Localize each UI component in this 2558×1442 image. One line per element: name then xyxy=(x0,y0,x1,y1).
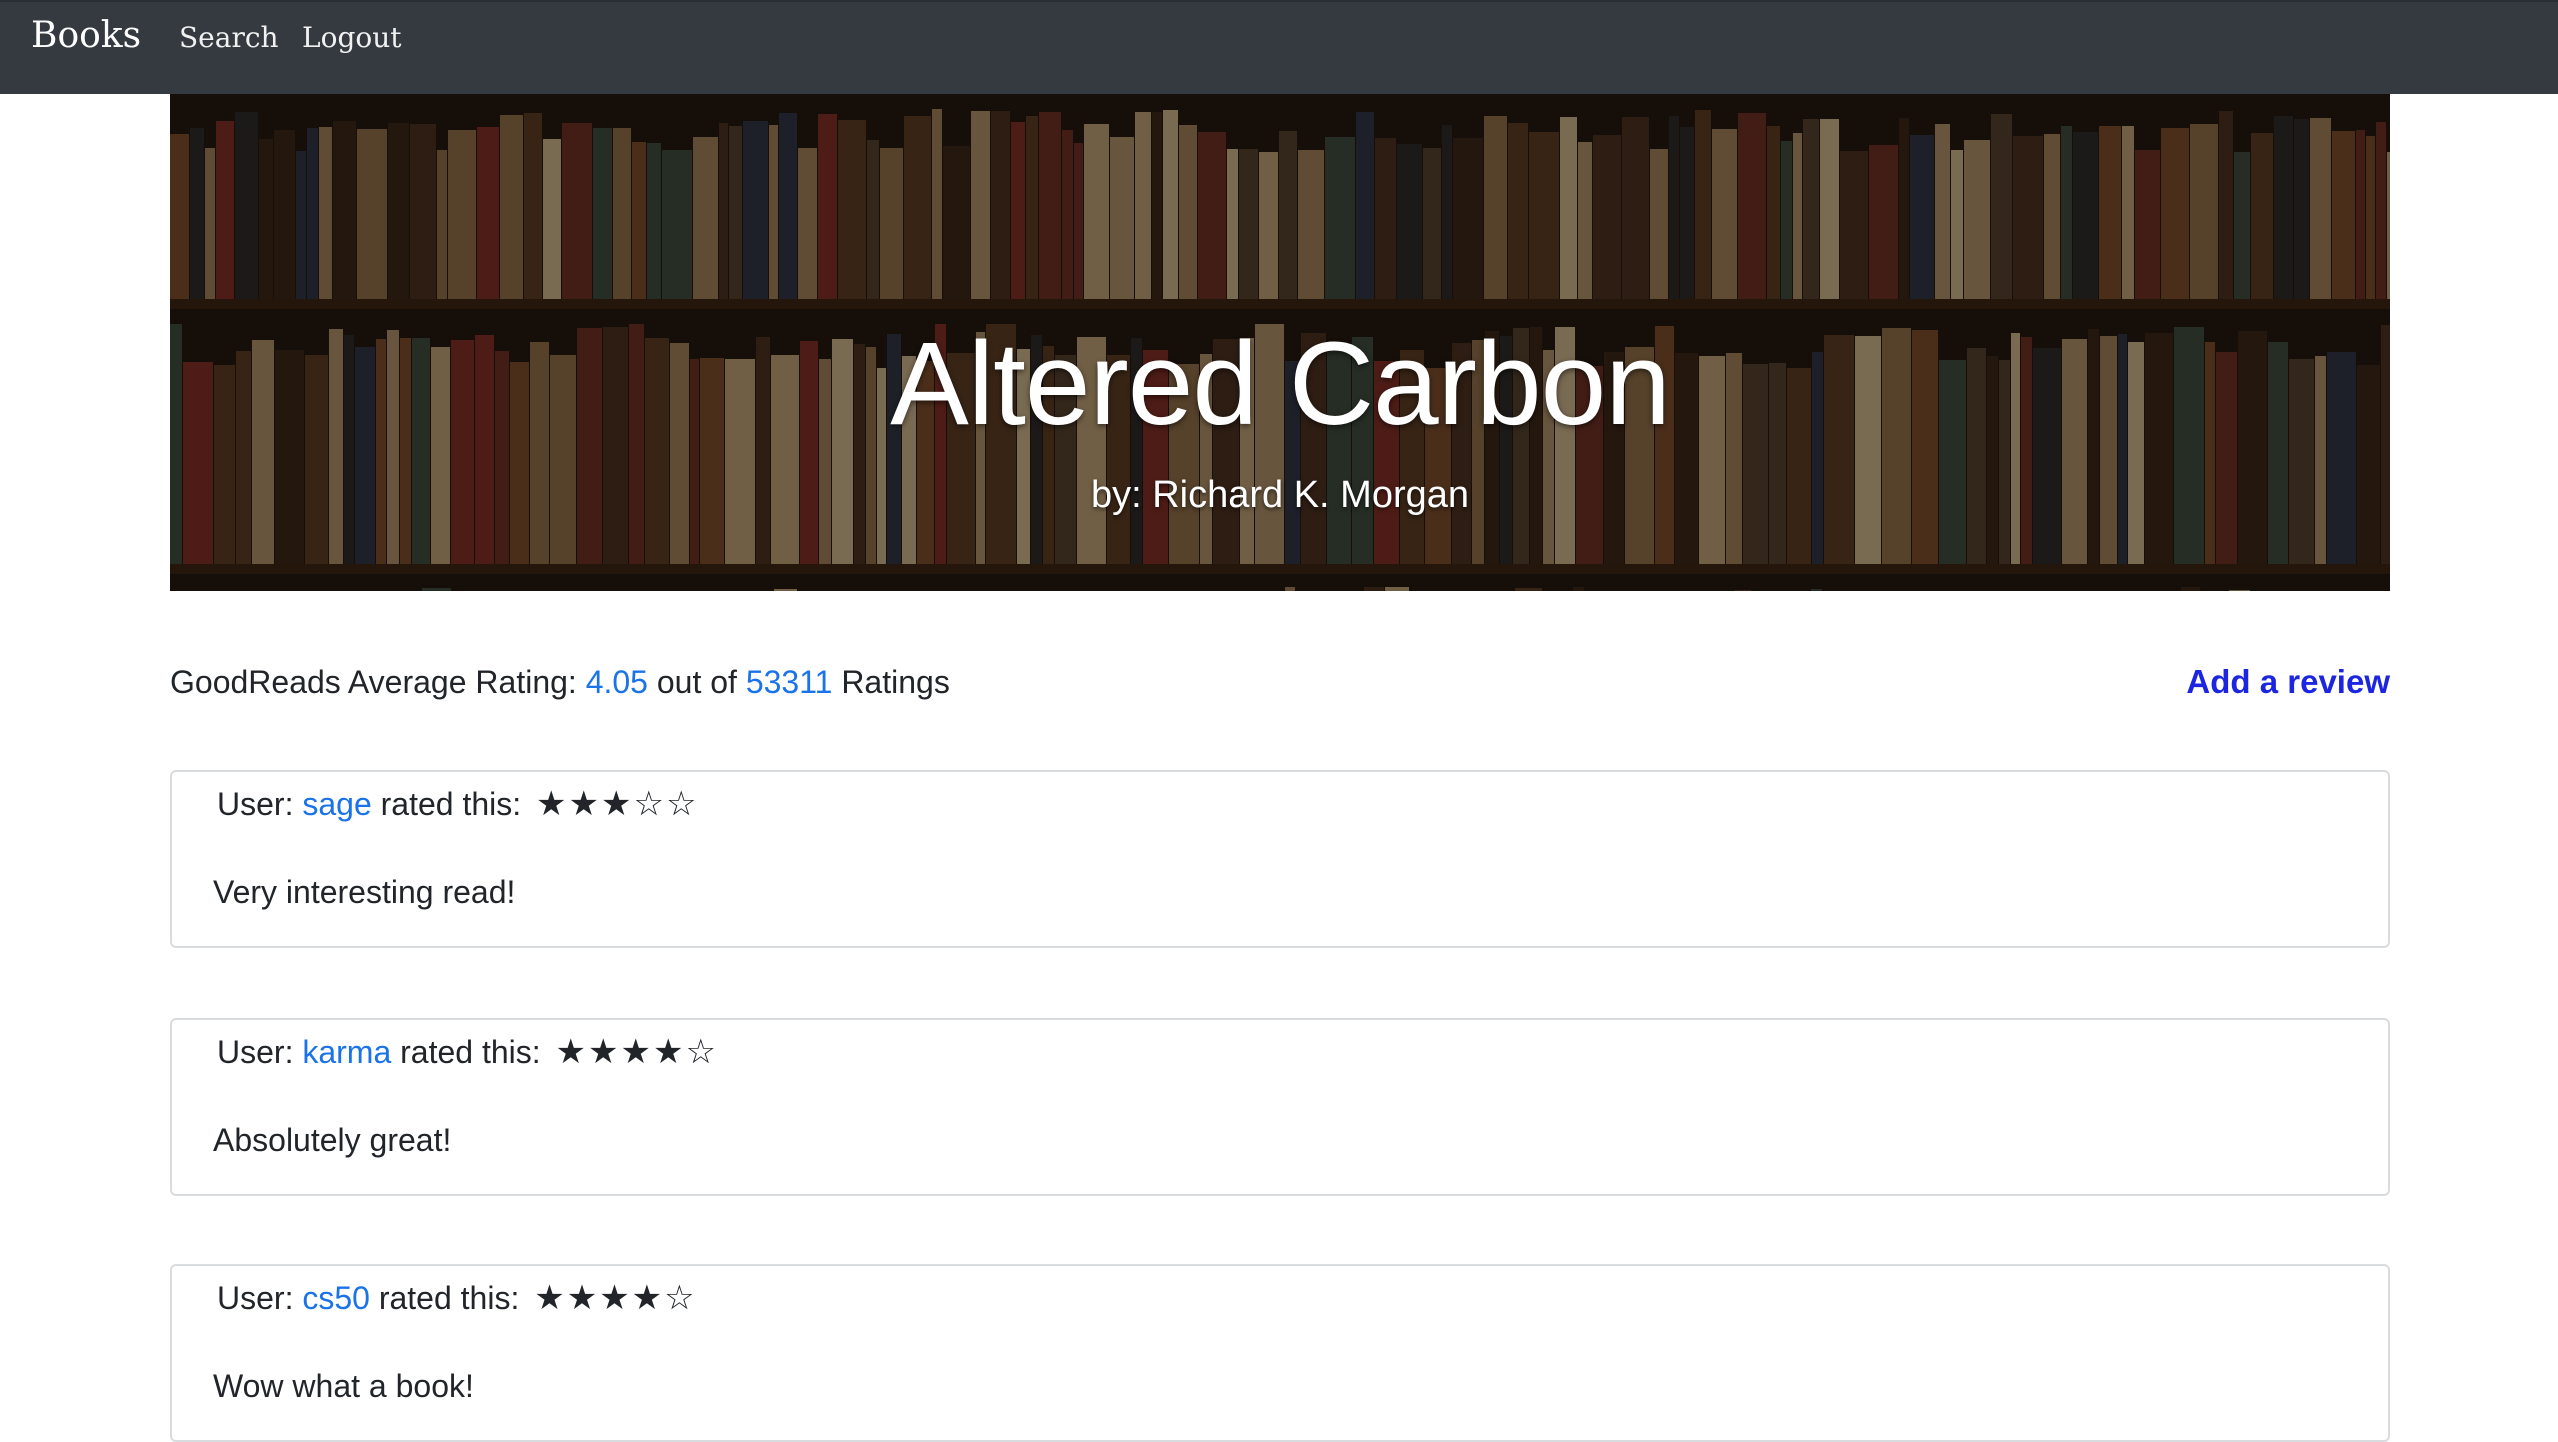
star-rating: ★★★★☆ xyxy=(555,1032,718,1072)
review-card: User: sage rated this: ★★★☆☆ Very intere… xyxy=(170,770,2390,948)
review-header: User: sage rated this: ★★★☆☆ xyxy=(217,782,698,826)
top-navbar: Books Search Logout xyxy=(0,0,2558,94)
star-rating: ★★★★☆ xyxy=(534,1278,697,1318)
brand-link[interactable]: Books xyxy=(31,14,141,58)
nav-search-link[interactable]: Search xyxy=(179,20,279,56)
book-title: Altered Carbon xyxy=(890,318,1671,450)
nav-logout-link[interactable]: Logout xyxy=(302,20,402,56)
rated-label: rated this: xyxy=(378,1280,520,1316)
ratings-label: Ratings xyxy=(841,664,950,700)
review-header: User: karma rated this: ★★★★☆ xyxy=(217,1030,718,1074)
goodreads-label: GoodReads Average Rating: xyxy=(170,664,577,700)
review-text: Wow what a book! xyxy=(213,1368,474,1404)
user-label: User: xyxy=(217,786,294,822)
review-text: Absolutely great! xyxy=(213,1122,452,1158)
review-username-link[interactable]: cs50 xyxy=(302,1280,370,1316)
review-username-link[interactable]: sage xyxy=(302,786,371,822)
average-rating-value: 4.05 xyxy=(585,664,648,700)
rated-label: rated this: xyxy=(380,786,522,822)
book-author: by: Richard K. Morgan xyxy=(1090,474,1470,516)
add-review-link[interactable]: Add a review xyxy=(2186,660,2390,704)
goodreads-rating-row: GoodReads Average Rating: 4.05 out of 53… xyxy=(170,660,2390,704)
user-label: User: xyxy=(217,1280,294,1316)
review-header: User: cs50 rated this: ★★★★☆ xyxy=(217,1276,697,1320)
review-card: User: karma rated this: ★★★★☆ Absolutely… xyxy=(170,1018,2390,1196)
user-label: User: xyxy=(217,1034,294,1070)
hero-banner: Altered Carbon by: Richard K. Morgan xyxy=(170,94,2390,591)
review-text: Very interesting read! xyxy=(213,874,516,910)
review-card: User: cs50 rated this: ★★★★☆ Wow what a … xyxy=(170,1264,2390,1442)
star-rating: ★★★☆☆ xyxy=(536,784,699,824)
review-username-link[interactable]: karma xyxy=(302,1034,391,1070)
out-of-label: out of xyxy=(656,664,737,700)
ratings-count-value: 53311 xyxy=(745,664,833,700)
rated-label: rated this: xyxy=(400,1034,541,1070)
